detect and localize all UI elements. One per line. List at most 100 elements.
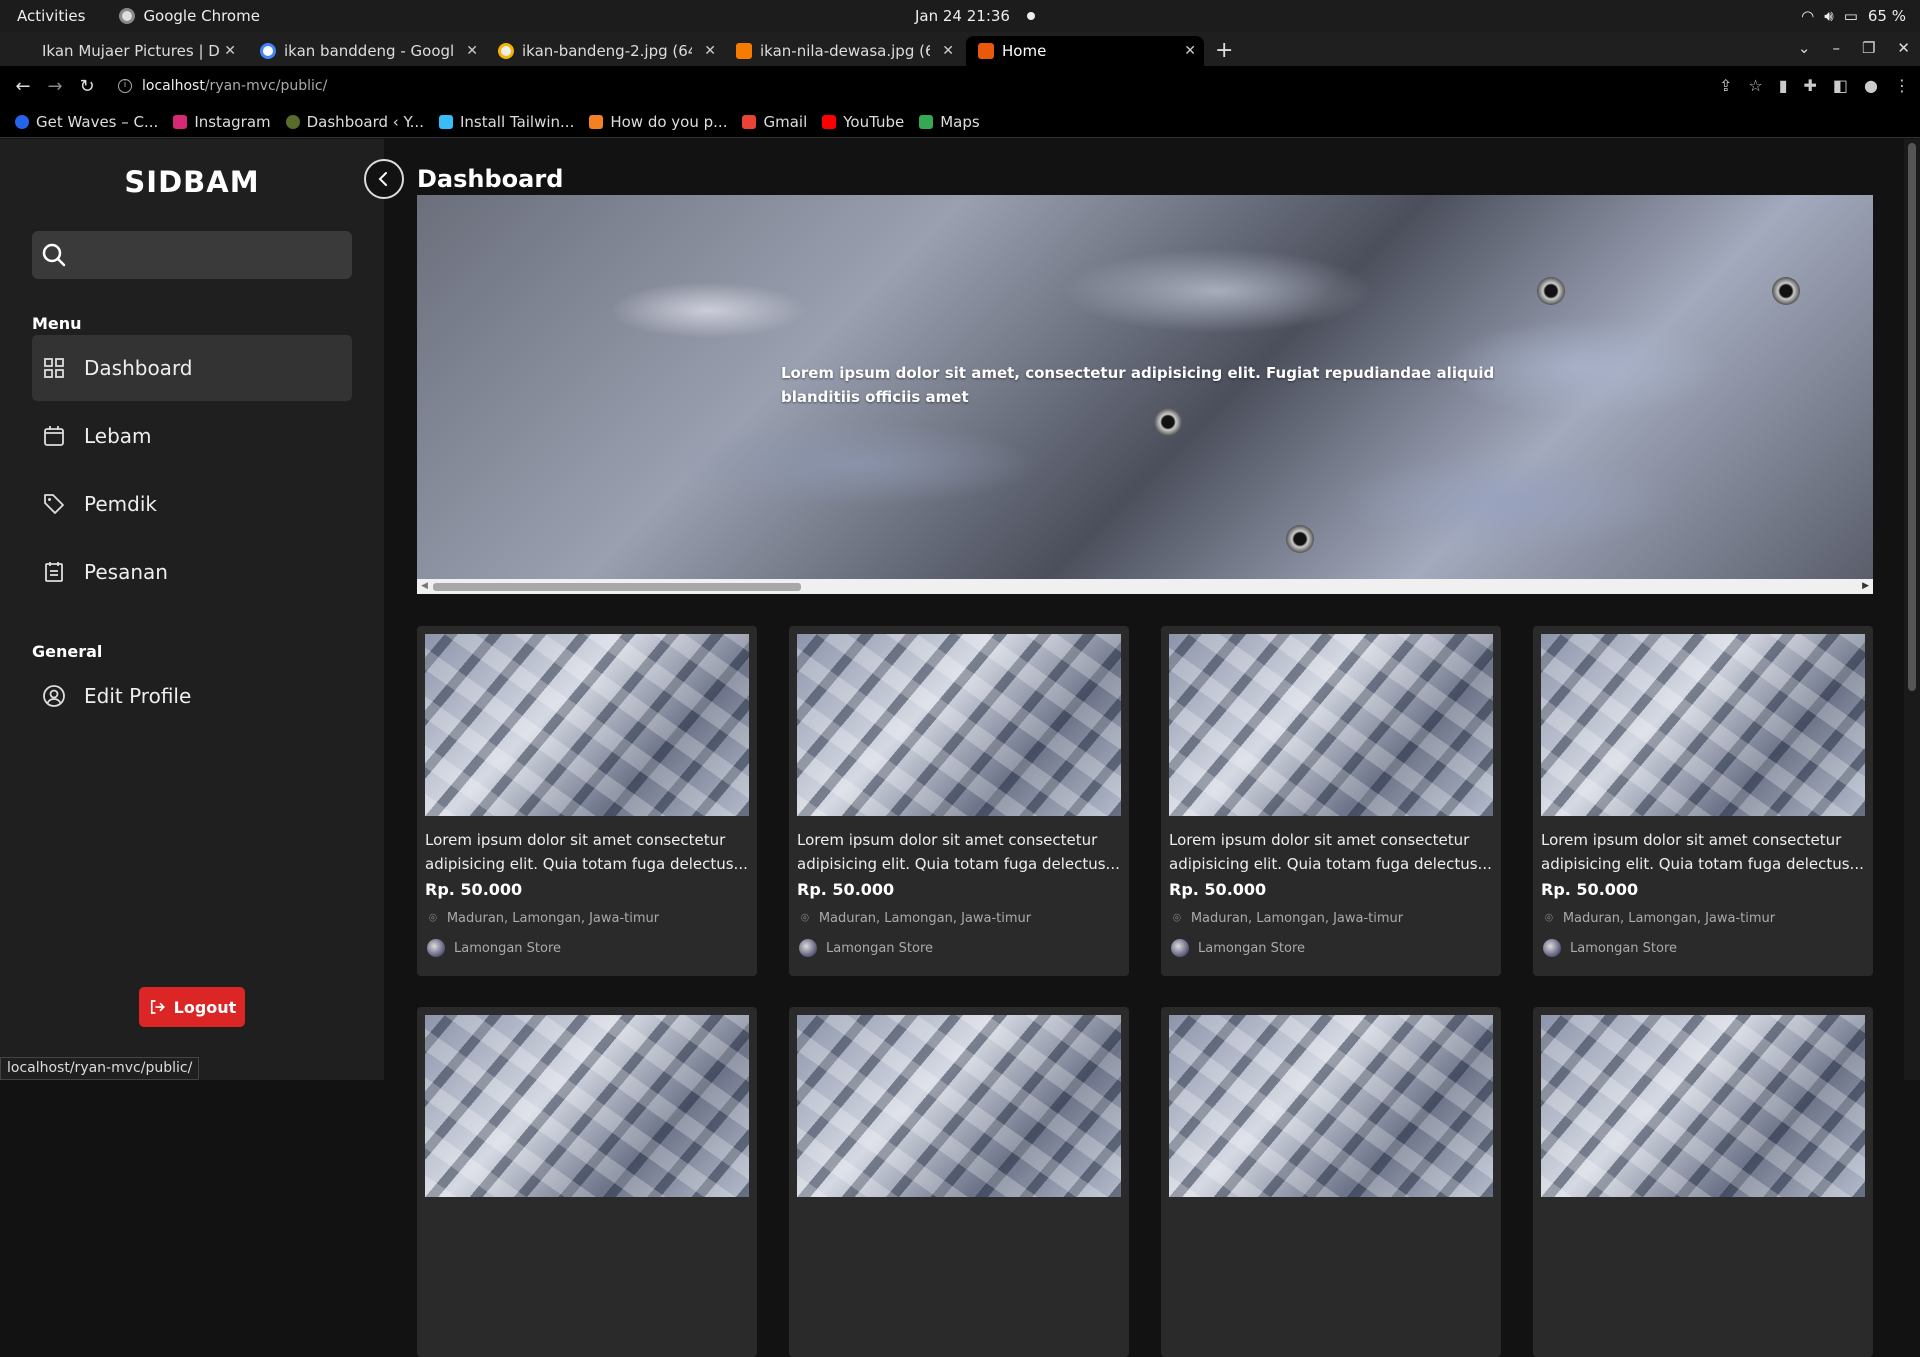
bookmark-label: YouTube [843,112,905,131]
store-name: Lamongan Store [826,940,934,956]
back-icon[interactable]: ← [14,76,32,97]
bookmark[interactable]: Instagram [173,112,271,131]
system-tray[interactable]: ◠ 🔊︎ ▭ 65 % [1801,7,1906,25]
tab-search-icon[interactable]: ⌄ [1798,39,1811,57]
grid-icon [44,358,64,378]
location-text: Maduran, Lamongan, Jawa-timur [818,911,1032,926]
product-card[interactable] [1161,1007,1501,1357]
location-text: Maduran, Lamongan, Jawa-timur [1190,911,1404,926]
tab-title: Ikan Mujaer Pictures | Dow [42,42,220,60]
sidebar-item-edit-profile[interactable]: Edit Profile [32,663,352,729]
browser-tab[interactable]: Ikan Mujaer Pictures | Dow ✕ [30,36,244,66]
maximize-icon[interactable]: ❐ [1862,39,1875,57]
bookmark-star-icon[interactable]: ☆ [1748,76,1762,95]
activities-button[interactable]: Activities [17,7,85,25]
bookmark[interactable]: Dashboard ‹ Y... [285,112,424,131]
bookmark-label: Dashboard ‹ Y... [306,112,424,131]
clock[interactable]: Jan 24 21:36 [915,7,1010,25]
reload-icon[interactable]: ↻ [78,76,96,97]
address-bar[interactable]: i localhost/ryan-mvc/public/ [108,71,1688,101]
browser-tab[interactable]: ikan-nila-dewasa.jpg (64 ✕ [724,36,962,66]
product-location: ⌾ Maduran, Lamongan, Jawa-timur [1173,911,1403,926]
bookmark-label: Instagram [194,112,271,131]
scroll-left-icon[interactable]: ◀ [421,581,428,591]
collapse-sidebar-button[interactable] [364,159,404,199]
bookmark[interactable]: Gmail [742,113,807,131]
extension-icon[interactable]: ▮ [1779,76,1788,95]
profile-avatar[interactable]: ● [1864,76,1878,95]
map-pin-icon: ⌾ [1173,911,1181,926]
product-card[interactable] [417,1007,757,1357]
product-description: Lorem ipsum dolor sit amet consectetur a… [797,831,1120,873]
instagram-icon [173,114,188,129]
search-input[interactable] [80,239,340,271]
close-tab-icon[interactable]: ✕ [942,43,954,59]
bookmark[interactable]: Get Waves – C... [15,113,158,131]
bookmark[interactable]: Install Tailwin... [438,113,574,131]
product-store[interactable]: Lamongan Store [799,939,933,957]
google-icon [498,43,514,59]
product-card[interactable] [1533,1007,1873,1357]
logout-button[interactable]: Logout [139,987,245,1027]
browser-tab[interactable]: ikan banddeng - Google P ✕ [248,36,486,66]
app-menu[interactable]: Google Chrome [119,7,260,25]
forward-icon[interactable]: → [46,76,64,97]
general-section-label: General [32,642,103,661]
sidebar-item-label: Lebam [84,424,152,448]
product-description: Lorem ipsum dolor sit amet consectetur a… [1541,831,1864,873]
product-card[interactable]: Lorem ipsum dolor sit amet consectetur a… [789,626,1129,976]
product-price: Rp. 50.000 [797,880,895,899]
sidebar-item-pemdik[interactable]: Pemdik [32,471,352,537]
product-image [1541,1015,1865,1197]
tab-title: ikan-nila-dewasa.jpg (64 [760,42,930,60]
puzzle-icon[interactable]: ✚ [1804,76,1817,95]
web-app: SIDBAM Menu Dashboard Lebam Pemdik Pesan… [0,139,1920,1357]
product-store[interactable]: Lamongan Store [1171,939,1305,957]
share-icon[interactable]: ⇪ [1719,76,1732,95]
site-info-icon[interactable]: i [118,79,132,93]
close-tab-icon[interactable]: ✕ [224,43,236,59]
store-avatar [799,939,817,957]
product-store[interactable]: Lamongan Store [427,939,561,957]
scrollbar-thumb[interactable] [433,583,801,591]
store-name: Lamongan Store [454,940,562,956]
menu-kebab-icon[interactable]: ⋮ [1894,76,1910,95]
sidebar-item-dashboard[interactable]: Dashboard [32,335,352,401]
new-tab-icon[interactable]: + [1215,38,1233,63]
bookmark[interactable]: YouTube [822,113,904,131]
notification-dot-icon [1027,12,1035,20]
menu-section-label: Menu [32,314,82,333]
search-box[interactable] [32,231,352,279]
product-card[interactable]: Lorem ipsum dolor sit amet consectetur a… [417,626,757,976]
search-icon [42,243,66,267]
minimize-icon[interactable]: – [1832,39,1840,57]
bookmark[interactable]: Maps [919,113,980,131]
close-tab-icon[interactable]: ✕ [1184,43,1196,59]
hero-scrollbar[interactable]: ◀ ▶ [417,579,1873,594]
google-icon [260,43,276,59]
page-scrollbar[interactable] [1904,139,1920,1080]
brand-logo[interactable]: SIDBAM [0,165,384,199]
scroll-right-icon[interactable]: ▶ [1862,581,1869,591]
product-store[interactable]: Lamongan Store [1543,939,1677,957]
product-card[interactable]: Lorem ipsum dolor sit amet consectetur a… [1533,626,1873,976]
location-text: Maduran, Lamongan, Jawa-timur [1562,911,1776,926]
side-panel-icon[interactable]: ◧ [1833,76,1848,95]
fish-eye-decoration [1286,525,1314,553]
browser-tab-active[interactable]: Home ✕ [966,36,1204,66]
store-avatar [1171,939,1189,957]
sidebar-item-label: Dashboard [84,356,193,380]
sidebar-item-lebam[interactable]: Lebam [32,403,352,469]
store-avatar [427,939,445,957]
close-tab-icon[interactable]: ✕ [704,43,716,59]
close-tab-icon[interactable]: ✕ [466,43,478,59]
sidebar-item-pesanan[interactable]: Pesanan [32,539,352,605]
product-card[interactable]: Lorem ipsum dolor sit amet consectetur a… [1161,626,1501,976]
chevron-left-icon [378,172,387,186]
close-window-icon[interactable]: ✕ [1897,39,1910,57]
browser-tab[interactable]: ikan-bandeng-2.jpg (640 ✕ [486,36,724,66]
product-card[interactable] [789,1007,1129,1357]
bookmark[interactable]: How do you p... [589,113,727,131]
scrollbar-thumb[interactable] [1908,143,1916,691]
map-pin-icon: ⌾ [429,911,437,926]
